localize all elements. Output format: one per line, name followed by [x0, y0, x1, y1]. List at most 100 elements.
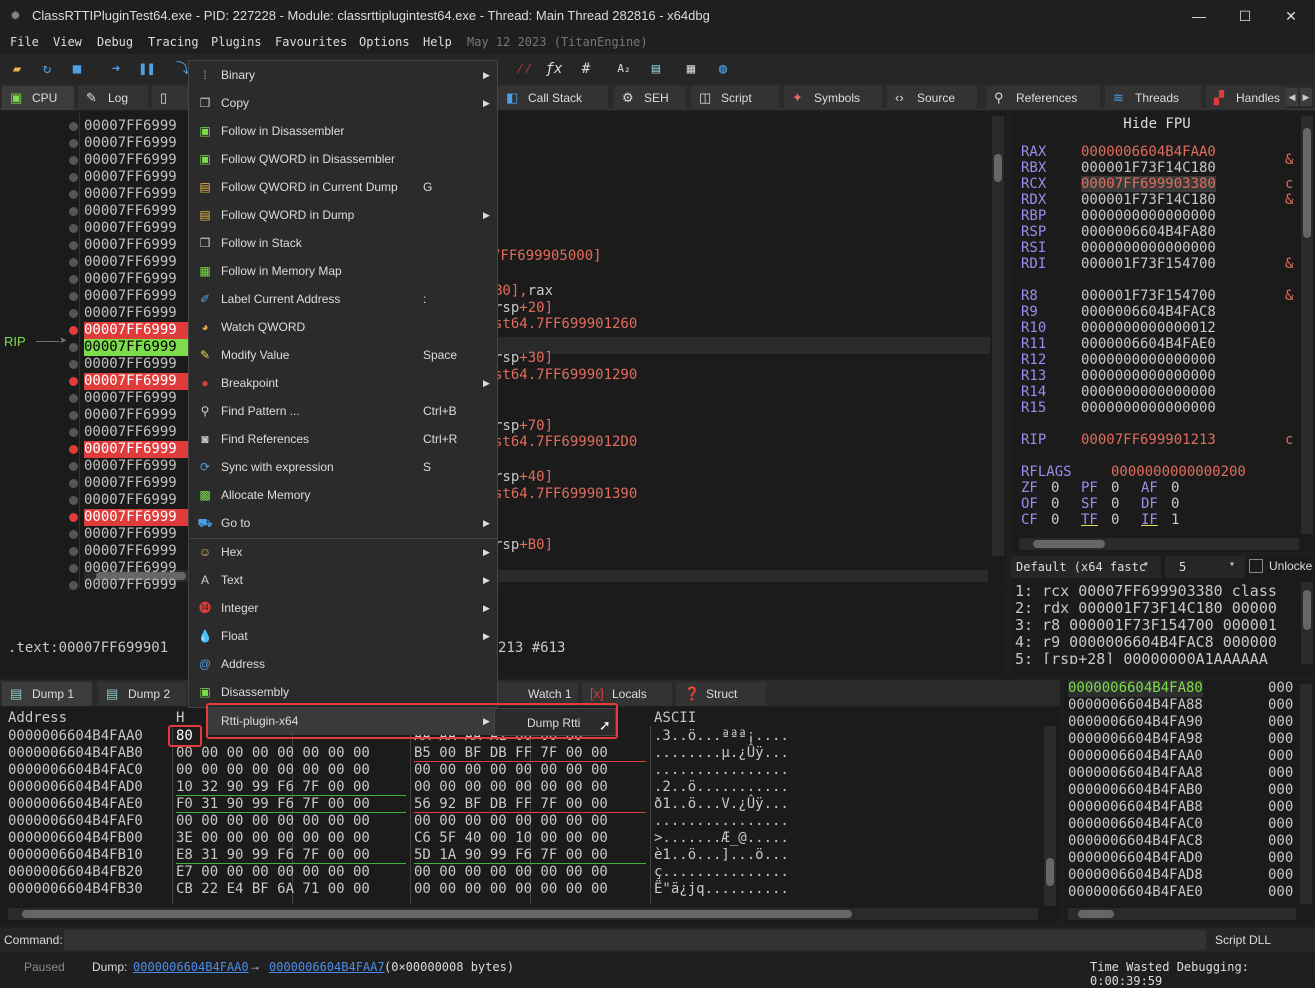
- stack-pane[interactable]: 0000006604B4FA80 000 0000006604B4FA88 000 00…: [1064, 680, 1315, 922]
- instruction-address[interactable]: 00007FF6999: [84, 356, 188, 373]
- menu-file[interactable]: File: [10, 35, 39, 49]
- minimize-button[interactable]: —: [1176, 0, 1222, 32]
- flag-value[interactable]: 0: [1051, 512, 1059, 528]
- stack-value[interactable]: 000: [1268, 816, 1293, 833]
- breakpoint-slot[interactable]: [69, 530, 78, 539]
- breakpoint-slot[interactable]: [69, 496, 78, 505]
- stack-address[interactable]: 0000006604B4FAC8: [1068, 833, 1203, 850]
- context-menu-item[interactable]: ⛟ Go to ▶: [189, 509, 497, 537]
- stack-address[interactable]: 0000006604B4FA90: [1068, 714, 1203, 731]
- unlock-checkbox[interactable]: [1249, 559, 1263, 573]
- stack-value[interactable]: 000: [1268, 765, 1293, 782]
- open-icon[interactable]: ▰: [7, 59, 27, 79]
- dump-ascii[interactable]: .2..ö...........: [654, 779, 789, 796]
- register-value[interactable]: 0000000000000000: [1081, 208, 1216, 224]
- stack-scrollbar[interactable]: [1300, 684, 1312, 904]
- tab-seh[interactable]: ⚙ SEH: [614, 86, 686, 110]
- dump-scrollbar[interactable]: [1044, 726, 1056, 906]
- dump-hex-right[interactable]: 00 00 00 00 00 00 00 00: [414, 881, 608, 898]
- dump-hex-right[interactable]: B5 00 BF DB FF 7F 00 00: [414, 745, 608, 762]
- calculator-icon[interactable]: ▦: [681, 59, 701, 79]
- register-value[interactable]: 000001F73F154700: [1081, 288, 1216, 304]
- run-icon[interactable]: ➜: [106, 59, 126, 79]
- tab-cpu[interactable]: ▣ CPU: [2, 86, 74, 110]
- instruction-address[interactable]: 00007FF6999: [84, 526, 188, 543]
- dump-address[interactable]: 0000006604B4FB20: [8, 864, 143, 881]
- instruction-address[interactable]: 00007FF6999: [84, 475, 188, 492]
- context-menu-item[interactable]: ◕ Watch QWORD: [189, 313, 497, 341]
- dump-hex-left[interactable]: 10 32 90 99 F6 7F 00 00: [176, 779, 370, 796]
- instruction-address[interactable]: 00007FF6999: [84, 560, 188, 577]
- context-menu-item[interactable]: ▤ Follow QWORD in Dump ▶: [189, 201, 497, 229]
- instruction[interactable]: st64.7FF699901260: [494, 316, 637, 332]
- breakpoint-icon[interactable]: [69, 445, 78, 454]
- tab-struct[interactable]: ❓ Struct: [676, 682, 766, 706]
- instruction-address[interactable]: 00007FF6999: [84, 577, 188, 594]
- dump-address[interactable]: 0000006604B4FAE0: [8, 796, 143, 813]
- breakpoint-slot[interactable]: [69, 190, 78, 199]
- restart-icon[interactable]: ↻: [37, 59, 57, 79]
- registers-scrollbar[interactable]: [1301, 116, 1313, 534]
- stack-value[interactable]: 000: [1268, 867, 1293, 884]
- hash-icon[interactable]: #: [576, 59, 596, 79]
- dump-ascii[interactable]: è1..ö...]...ö...: [654, 847, 789, 864]
- dump-hex-right[interactable]: C6 5F 40 00 10 00 00 00: [414, 830, 608, 847]
- dump-ascii[interactable]: ........µ.¿Ûÿ...: [654, 745, 789, 762]
- instruction[interactable]: rsp+40]: [494, 469, 553, 485]
- tab-dump-1[interactable]: ▤ Dump 1: [2, 682, 92, 706]
- dump-hex-right[interactable]: 56 92 BF DB FF 7F 00 00: [414, 796, 608, 813]
- dump-ascii[interactable]: >.......Æ_@.....: [654, 830, 789, 847]
- register-value[interactable]: 000001F73F154700: [1081, 256, 1216, 272]
- menu-favourites[interactable]: Favourites: [275, 35, 347, 49]
- stack-value[interactable]: 000: [1268, 748, 1293, 765]
- disasm-scrollbar[interactable]: [992, 116, 1004, 556]
- register-value[interactable]: 0000000000000000: [1081, 352, 1216, 368]
- tab-script[interactable]: ◫ Script: [691, 86, 779, 110]
- flag-value[interactable]: 0: [1111, 480, 1119, 496]
- instruction-address[interactable]: 00007FF6999: [84, 407, 188, 424]
- context-menu-item[interactable]: ▦ Follow in Memory Map: [189, 257, 497, 285]
- flag-value[interactable]: 0: [1171, 496, 1179, 512]
- context-menu-item[interactable]: ▣ Follow in Disassembler: [189, 117, 497, 145]
- dump-hex-left[interactable]: E7 00 00 00 00 00 00 00: [176, 864, 370, 881]
- menu-plugins[interactable]: Plugins: [211, 35, 262, 49]
- instruction-address[interactable]: 00007FF6999: [84, 135, 188, 152]
- register-value[interactable]: 000001F73F14C180: [1081, 192, 1216, 208]
- dump-hex-right[interactable]: 00 00 00 00 00 00 00 00: [414, 864, 608, 881]
- tab-log[interactable]: ✎ Log: [78, 86, 148, 110]
- stack-address[interactable]: 0000006604B4FAB8: [1068, 799, 1203, 816]
- instruction-address[interactable]: 00007FF6999: [84, 390, 188, 407]
- breakpoint-slot[interactable]: [69, 462, 78, 471]
- register-value[interactable]: 0000000000000000: [1081, 384, 1216, 400]
- dump-hex-left[interactable]: 00 00 00 00 00 00 00 00: [176, 813, 370, 830]
- stack-value[interactable]: 000: [1268, 731, 1293, 748]
- registers-hscrollbar[interactable]: [1019, 538, 1299, 550]
- instruction-address[interactable]: 00007FF6999: [84, 237, 188, 254]
- register-value[interactable]: 0000006604B4FAC8: [1081, 304, 1216, 320]
- register-value[interactable]: 0000000000000000: [1081, 400, 1216, 416]
- context-menu-item[interactable]: 💧 Float ▶: [189, 622, 497, 650]
- stop-icon[interactable]: ■: [67, 59, 87, 79]
- dump-ascii[interactable]: ................: [654, 813, 789, 830]
- instruction-address[interactable]: 00007FF6999: [84, 186, 188, 203]
- hide-fpu-button[interactable]: Hide FPU: [1011, 116, 1303, 132]
- breakpoint-slot[interactable]: [69, 241, 78, 250]
- breakpoint-slot[interactable]: [69, 564, 78, 573]
- context-menu-item[interactable]: ☺ Hex ▶: [189, 538, 497, 566]
- tab-dump-2[interactable]: ▤ Dump 2: [98, 682, 186, 706]
- tab-call-stack[interactable]: ◧ Call Stack: [498, 86, 608, 110]
- context-menu-item[interactable]: ▩ Allocate Memory: [189, 481, 497, 509]
- breakpoint-icon[interactable]: [69, 513, 78, 522]
- context-menu-item[interactable]: ✎ Modify Value Space: [189, 341, 497, 369]
- command-input[interactable]: [64, 930, 1206, 950]
- instruction-address[interactable]: 00007FF6999: [84, 271, 188, 288]
- instruction-address[interactable]: 00007FF6999: [84, 441, 188, 458]
- breakpoint-slot[interactable]: [69, 394, 78, 403]
- dump-ascii[interactable]: ................: [654, 762, 789, 779]
- flag-value[interactable]: 0: [1051, 480, 1059, 496]
- close-button[interactable]: ✕: [1268, 0, 1314, 32]
- instruction[interactable]: rsp+20]: [494, 300, 553, 316]
- stack-value[interactable]: 000: [1268, 799, 1293, 816]
- context-menu-item[interactable]: ◙ Find References Ctrl+R: [189, 425, 497, 453]
- instruction[interactable]: 7FF699905000]: [492, 248, 602, 264]
